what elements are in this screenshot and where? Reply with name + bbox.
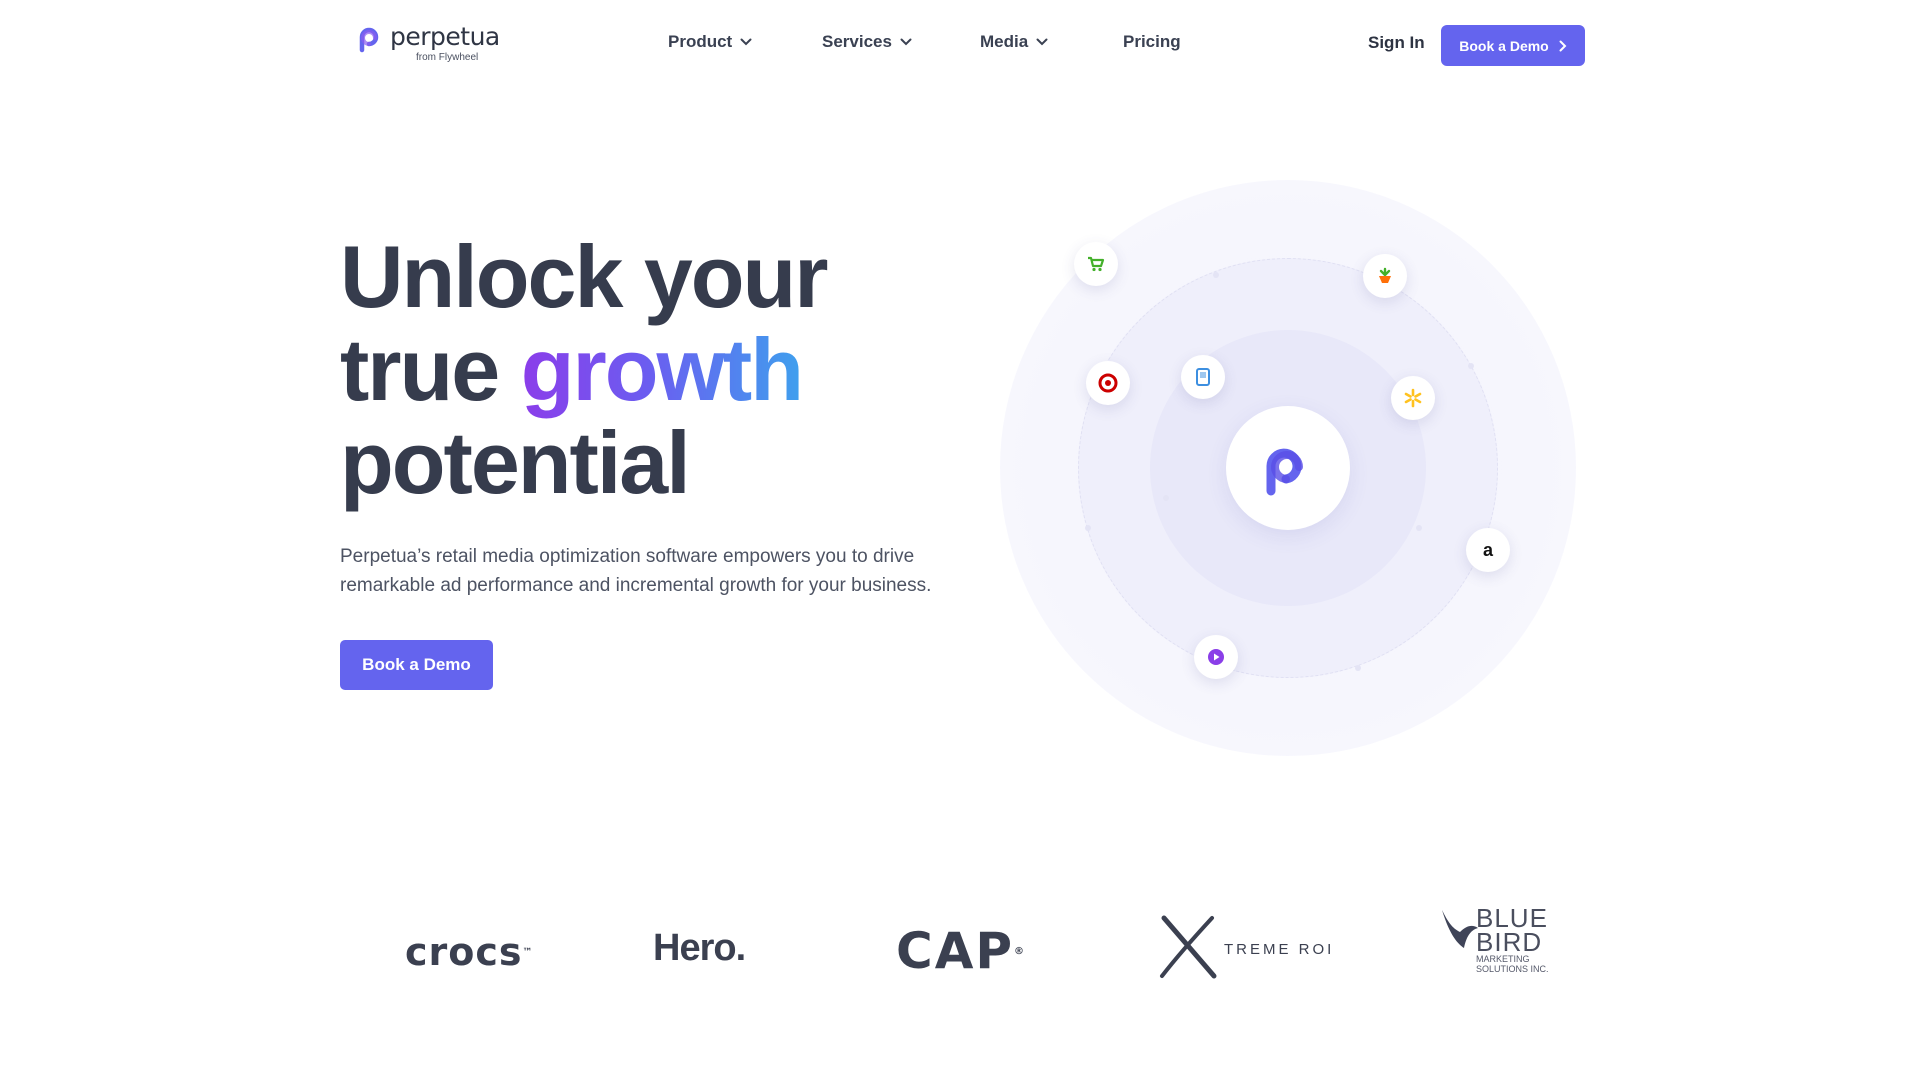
hero-subtitle: Perpetua’s retail media optimization sof… [340,546,932,596]
play-icon [1194,635,1238,679]
nav-item-product[interactable]: Product [668,32,752,52]
chevron-right-icon [1559,40,1567,51]
hero-title-line3: potential [340,413,691,512]
hero-title-line1: Unlock your [340,227,829,326]
hero-title-line2a: true [340,320,521,419]
nav-item-label: Media [980,32,1029,51]
perpetua-logo-icon [1266,448,1303,496]
book-demo-hero-label: Book a Demo [362,655,471,674]
hero-title: Unlock your true growth potential [340,230,940,509]
amazon-icon: a [1466,528,1510,572]
chevron-down-icon [1036,38,1048,46]
cap-logo: CAP ® [896,922,1027,980]
book-demo-nav-button[interactable]: Book a Demo [1441,25,1585,66]
hero-title-highlight: growth [520,320,804,419]
hero-brand-logo: Hero. [653,927,746,969]
nav-item-pricing[interactable]: Pricing [1123,32,1181,52]
chevron-down-icon [740,38,752,46]
xtreme-roi-logo: TREME ROI [1158,914,1334,980]
orbit-dot [1085,525,1091,531]
chevron-down-icon [900,38,912,46]
orbit-dot [1416,525,1422,531]
nav-item-services[interactable]: Services [822,32,912,52]
instacart-cart-icon [1074,242,1118,286]
book-demo-nav-label: Book a Demo [1459,37,1549,54]
orbit-dot [1468,363,1474,369]
client-logos-row: crocs ™ Hero. CAP ® TREME ROI BLUE BIRD MA… [0,900,1920,1000]
nav-item-label: Product [668,32,733,51]
x-mark-icon [1160,915,1217,979]
center-logo-disc [1226,406,1350,530]
sign-in-link[interactable]: Sign In [1368,33,1425,53]
bluebird-marketing-logo: BLUE BIRD MARKETING SOLUTIONS INC. [1438,905,1549,974]
crocs-logo: crocs ™ [405,930,534,974]
nav-item-label: Services [822,32,892,51]
top-navigation: perpetua from Flywheel Product Services … [0,0,1920,90]
book-demo-hero-button[interactable]: Book a Demo [340,640,493,690]
target-icon [1086,361,1130,405]
main-menu: Product Services Media Pricing [0,32,1920,58]
orbit-dot [1355,665,1361,671]
integration-orbit-graphic: a [1000,180,1576,756]
tablet-icon [1181,355,1225,399]
instacart-carrot-icon [1363,254,1407,298]
orbit-dot [1163,495,1169,501]
nav-item-label: Pricing [1123,32,1181,51]
walmart-spark-icon [1391,376,1435,420]
orbit-dot [1213,272,1219,278]
nav-item-media[interactable]: Media [980,32,1048,52]
